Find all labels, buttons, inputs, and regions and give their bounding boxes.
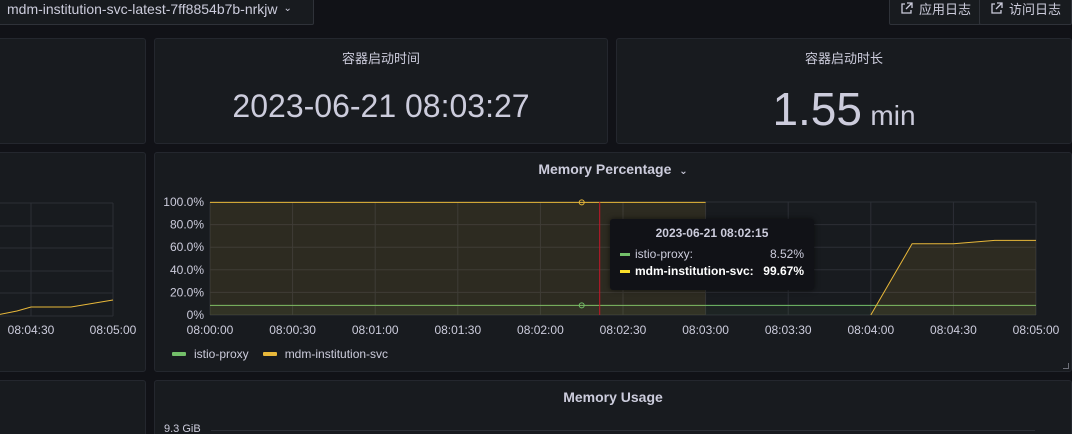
tooltip-series-value: 99.67%	[763, 264, 804, 278]
legend-swatch	[172, 352, 186, 356]
series-swatch	[620, 252, 630, 256]
panel-title: 容器启动时长	[804, 51, 883, 66]
left-chart: 08:04:30 08:05:00	[0, 202, 137, 337]
legend-swatch	[262, 352, 277, 356]
uptime-value: 1.55	[772, 83, 862, 135]
tooltip-time: 2023-06-21 08:02:15	[655, 226, 769, 240]
tooltip-row: istio-proxy: 8.52%	[620, 246, 804, 262]
access-log-label: 访问日志	[1009, 2, 1062, 17]
pod-selector-value: mdm-institution-svc-latest-7ff8854b7b-nr…	[7, 0, 278, 17]
stat-panel-left	[0, 38, 146, 144]
series-swatch	[620, 269, 630, 273]
app-log-label: 应用日志	[919, 2, 972, 17]
start-time-value: 2023-06-21 08:03:27	[232, 88, 530, 124]
grid-line	[211, 430, 1035, 431]
y-tick-label: 9.3 GiB	[164, 423, 201, 434]
chart-legend: istio-proxy mdm-institution-svc	[172, 347, 402, 361]
external-link-icon	[991, 2, 1003, 14]
legend-item-istio-proxy[interactable]: istio-proxy	[172, 347, 249, 361]
panel-title-text: Memory Percentage	[538, 161, 672, 177]
uptime-panel: 容器启动时长 1.55 min	[616, 38, 1072, 144]
pod-selector[interactable]: mdm-institution-svc-latest-7ff8854b7b-nr…	[0, 0, 314, 25]
tooltip-series-name: istio-proxy:	[635, 247, 694, 261]
external-link-icon	[901, 2, 913, 14]
chevron-down-icon: ⌄	[283, 3, 292, 14]
x-tick-label: 08:05:00	[90, 323, 137, 337]
left-chart-panel: 08:04:30 08:05:00	[0, 152, 146, 372]
memory-percentage-title[interactable]: Memory Percentage ⌄	[155, 161, 1071, 177]
app-log-button[interactable]: 应用日志	[889, 0, 983, 25]
uptime-unit: min	[870, 100, 916, 131]
tooltip-series-name: mdm-institution-svc:	[635, 264, 754, 278]
start-time-panel: 容器启动时间 2023-06-21 08:03:27	[154, 38, 608, 144]
tooltip-series-value: 8.52%	[769, 247, 804, 261]
legend-item-mdm-institution-svc[interactable]: mdm-institution-svc	[262, 347, 389, 361]
legend-label: mdm-institution-svc	[284, 347, 389, 361]
legend-label: istio-proxy	[194, 347, 249, 361]
left-chart-line	[0, 299, 114, 315]
panel-title: 容器启动时间	[341, 51, 420, 66]
resize-handle[interactable]	[1063, 363, 1069, 369]
memory-usage-panel: Memory Usage 9.3 GiB	[154, 380, 1072, 434]
uptime-stat: 1.55 min	[617, 82, 1071, 136]
tooltip-row: mdm-institution-svc: 99.67%	[620, 263, 804, 279]
chevron-down-icon: ⌄	[679, 166, 688, 177]
memory-usage-title[interactable]: Memory Usage	[155, 389, 1071, 405]
chart-tooltip: 2023-06-21 08:02:15 istio-proxy: 8.52% m…	[610, 219, 814, 290]
bottom-left-panel	[0, 380, 146, 434]
x-tick-label: 08:04:30	[8, 323, 55, 337]
access-log-button[interactable]: 访问日志	[979, 0, 1072, 25]
